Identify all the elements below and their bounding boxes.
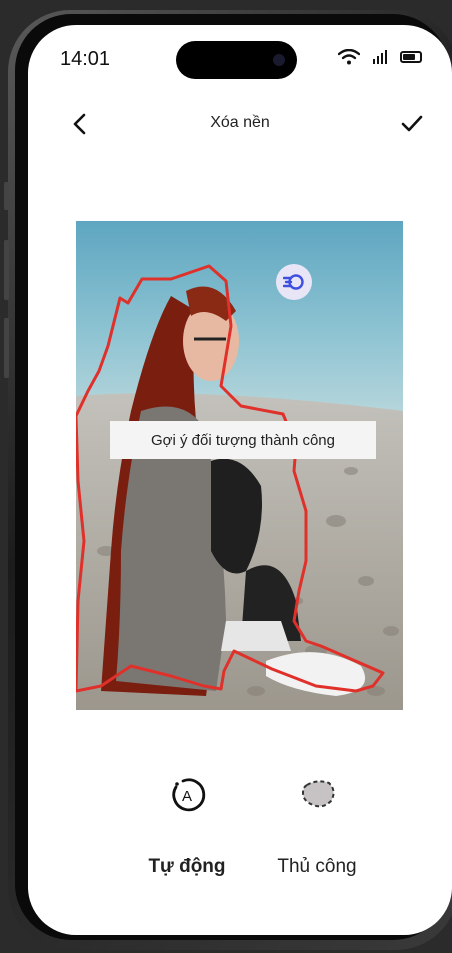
- dynamic-island: [176, 41, 297, 79]
- mode-auto-label: Tự động: [148, 856, 226, 877]
- page-title: Xóa nền: [210, 114, 270, 131]
- speed-icon[interactable]: [276, 264, 312, 300]
- side-button: [4, 240, 9, 300]
- auto-icon: A: [172, 778, 206, 812]
- header: Xóa nền: [28, 109, 452, 139]
- check-icon[interactable]: [400, 111, 424, 137]
- status-time: 14:01: [60, 48, 111, 70]
- signal-icon: [373, 50, 387, 64]
- svg-text:A: A: [182, 788, 192, 805]
- suggestion-toast: Gợi ý đối tượng thành công: [110, 421, 376, 459]
- lasso-icon: [301, 780, 335, 808]
- app-screen: 14:01 Xóa nền Gợi ý đối tượng thành công…: [28, 25, 452, 935]
- status-icons: [338, 49, 422, 65]
- photo-image: [76, 221, 403, 710]
- side-button: [4, 182, 9, 210]
- wifi-icon: [338, 49, 360, 65]
- side-button: [4, 318, 9, 378]
- battery-icon: [400, 51, 422, 63]
- mode-manual-label: Thủ công: [277, 856, 357, 877]
- photo-canvas[interactable]: [76, 221, 403, 710]
- mode-manual-button[interactable]: Thủ công: [262, 775, 372, 878]
- mode-auto-button[interactable]: A Tự động: [132, 775, 242, 878]
